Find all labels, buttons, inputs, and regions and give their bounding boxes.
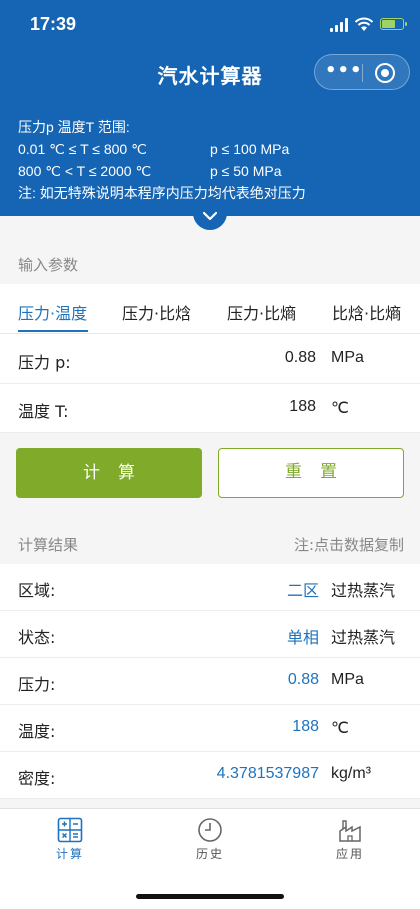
result-label: 密度: xyxy=(18,769,56,788)
info-line-3b: p ≤ 50 MPa xyxy=(210,163,282,179)
result-row-state: 状态: 单相 过热蒸汽 xyxy=(0,611,420,658)
result-unit: 过热蒸汽 xyxy=(331,583,396,600)
result-unit: ℃ xyxy=(331,720,349,737)
result-unit: MPa xyxy=(331,671,364,688)
clock-icon xyxy=(198,818,222,842)
pressure-unit: MPa xyxy=(331,349,364,366)
range-info: 压力p 温度T 范围: 0.01 ℃ ≤ T ≤ 800 ℃ p ≤ 100 MP… xyxy=(18,116,306,204)
result-label: 状态: xyxy=(18,628,56,647)
signal-icon xyxy=(330,18,350,32)
result-label: 区域: xyxy=(18,581,56,600)
result-value[interactable]: 二区 xyxy=(287,577,319,601)
active-tab-indicator xyxy=(18,330,88,332)
status-time: 17:39 xyxy=(30,14,77,34)
calculator-icon xyxy=(57,817,83,843)
tabbar-label: 应用 xyxy=(335,847,364,861)
factory-icon xyxy=(339,820,361,842)
results-section-label: 计算结果 xyxy=(18,536,79,554)
collapse-toggle[interactable] xyxy=(193,204,227,230)
tabbar-label: 计算 xyxy=(55,847,84,861)
info-line-3a: 800 ℃ < T ≤ 2000 ℃ xyxy=(18,163,152,179)
reset-button[interactable]: 重置 xyxy=(218,448,404,498)
copy-hint: 注:点击数据复制 xyxy=(293,536,404,554)
tabbar-label: 历史 xyxy=(195,847,224,861)
result-unit: 过热蒸汽 xyxy=(331,630,396,647)
tabbar-apps[interactable]: 应用 xyxy=(315,817,385,862)
result-value[interactable]: 4.3781537987 xyxy=(217,765,319,783)
miniprogram-capsule: ••• xyxy=(314,54,410,90)
result-row-density: 密度: 4.3781537987 kg/m³ xyxy=(0,752,420,799)
info-line-2a: 0.01 ℃ ≤ T ≤ 800 ℃ xyxy=(18,141,147,157)
result-unit: kg/m³ xyxy=(331,765,371,782)
result-value[interactable]: 单相 xyxy=(287,624,319,648)
wifi-icon xyxy=(354,17,374,31)
temperature-unit: ℃ xyxy=(331,400,349,417)
tab-pressure-enthalpy[interactable]: 压力·比焓 xyxy=(122,300,191,324)
result-value[interactable]: 188 xyxy=(292,718,319,736)
result-label: 温度: xyxy=(18,722,56,741)
result-label: 压力: xyxy=(18,675,56,694)
input-fields: 压力 p: 0.88 MPa 温度 T: 188 ℃ xyxy=(0,334,420,433)
app-header: 17:39 汽水计算器 ••• 压力p 温度T 范围: 0.01 ℃ ≤ T ≤… xyxy=(0,0,420,216)
result-row-temperature: 温度: 188 ℃ xyxy=(0,705,420,752)
chevron-down-icon xyxy=(202,211,218,221)
bottom-tab-bar: 计算 历史 应用 xyxy=(0,808,420,909)
pressure-label: 压力 p: xyxy=(18,353,71,372)
result-value[interactable]: 0.88 xyxy=(288,671,319,689)
result-row-pressure: 压力: 0.88 MPa xyxy=(0,658,420,705)
input-mode-tabs: 压力·温度 压力·比焓 压力·比熵 比焓·比熵 xyxy=(0,284,420,334)
pressure-input[interactable]: 0.88 xyxy=(285,349,316,367)
info-line-4: 注: 如无特殊说明本程序内压力均代表绝对压力 xyxy=(18,185,306,201)
status-bar: 17:39 xyxy=(0,0,420,50)
tab-pressure-entropy[interactable]: 压力·比熵 xyxy=(227,300,296,324)
tab-pressure-temperature[interactable]: 压力·温度 xyxy=(18,300,87,324)
calculate-button[interactable]: 计算 xyxy=(16,448,202,498)
tabbar-history[interactable]: 历史 xyxy=(175,817,245,862)
result-row-region: 区域: 二区 过热蒸汽 xyxy=(0,564,420,611)
home-indicator xyxy=(136,894,284,899)
input-section-label: 输入参数 xyxy=(18,256,79,274)
temperature-input[interactable]: 188 xyxy=(289,398,316,416)
battery-icon xyxy=(380,18,407,30)
tab-enthalpy-entropy[interactable]: 比焓·比熵 xyxy=(332,300,401,324)
close-target-icon[interactable] xyxy=(375,63,395,83)
info-line-1: 压力p 温度T 范围: xyxy=(18,119,130,135)
temperature-input-row: 温度 T: 188 ℃ xyxy=(0,383,420,433)
info-line-2b: p ≤ 100 MPa xyxy=(210,141,290,157)
temperature-label: 温度 T: xyxy=(18,402,69,421)
tabbar-calculate[interactable]: 计算 xyxy=(35,817,105,862)
pressure-input-row: 压力 p: 0.88 MPa xyxy=(0,334,420,384)
more-icon[interactable]: ••• xyxy=(325,61,362,85)
